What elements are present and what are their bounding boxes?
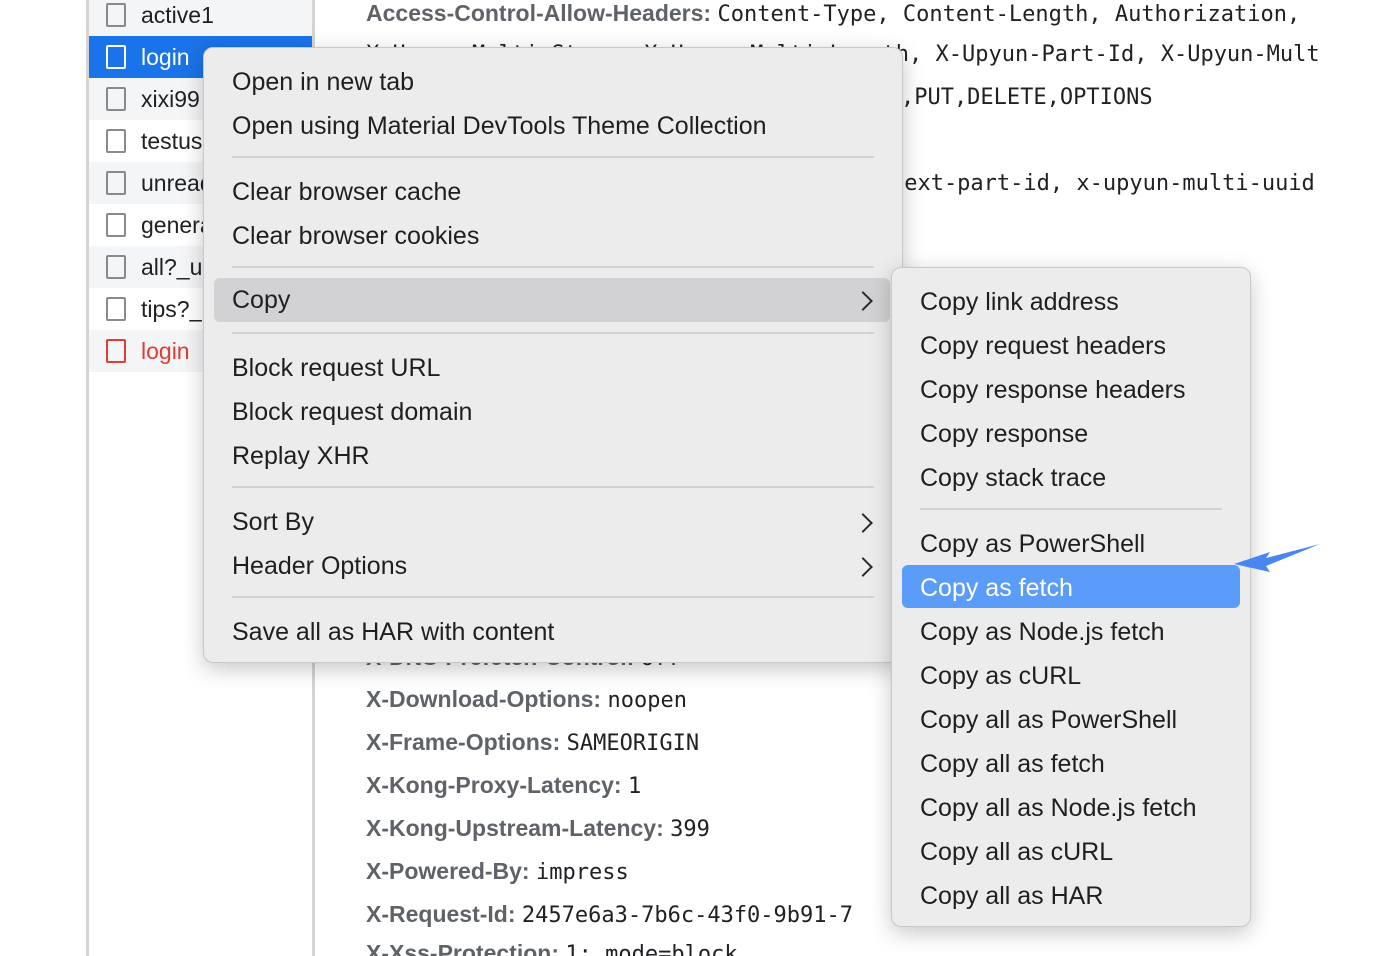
arrow-pointer-icon: [1234, 544, 1320, 572]
